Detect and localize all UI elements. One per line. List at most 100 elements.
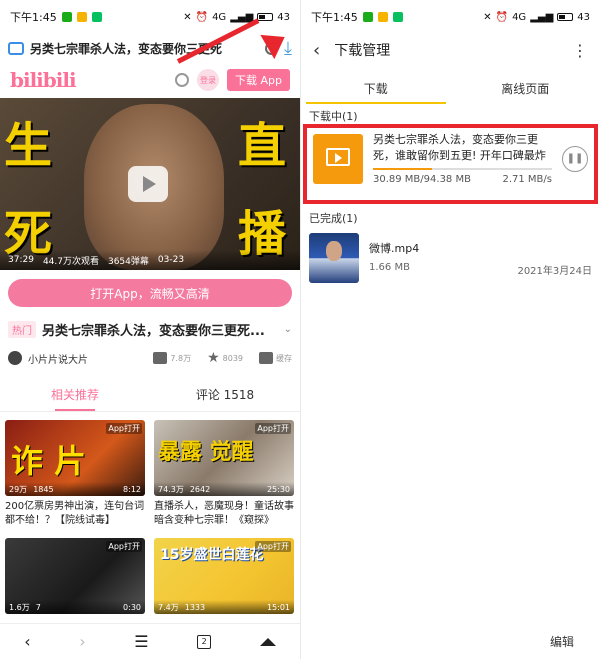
hot-badge: 热门 [8, 320, 36, 338]
page-title: 另类七宗罪杀人法，变态要你三更死 [30, 41, 223, 56]
video-card[interactable]: 15岁盛世白莲花 App打开 7.4万 1333 15:01 [154, 538, 294, 614]
wechat-icon [61, 12, 72, 22]
thumb-text: 暴露 觉醒 [158, 440, 254, 465]
back-icon[interactable]: ‹ [313, 40, 320, 61]
app-open-tag[interactable]: App打开 [255, 541, 291, 552]
browser-panel: 下午1:45 ✕ ⏰ 4G ▂▄▆ 43 另类七宗罪杀人法，变态要你三更死 ⤓ … [0, 0, 300, 659]
battery-icon [257, 13, 274, 21]
thumb-text: 诈 片 [11, 442, 87, 480]
related-grid: 诈 片 App打开 29万 1845 8:12 200亿票房男神出演，连句台词都不给… [0, 412, 300, 614]
coin-button[interactable]: ★ 8039 [207, 350, 243, 366]
browser-url-bar[interactable]: 另类七宗罪杀人法，变态要你三更死 ⤓ [0, 34, 300, 62]
completed-item[interactable]: 微博.mp4 1.66 MB 2021年3月24日 [301, 226, 600, 290]
card-danmaku: 1333 [184, 602, 206, 612]
app-open-tag[interactable]: App打开 [255, 423, 291, 434]
app-icon [76, 12, 87, 22]
chevron-down-icon[interactable]: ⌄ [284, 324, 292, 335]
pause-button[interactable]: ❚❚ [562, 145, 588, 172]
video-danmaku: 3654弹幕 [107, 256, 149, 267]
author-name[interactable]: 小片片说大片 [28, 351, 137, 366]
login-button[interactable]: 登录 [197, 69, 219, 91]
card-duration: 0:30 [123, 602, 141, 612]
video-duration: 37:29 [8, 255, 34, 265]
overlay-char: 生 [4, 118, 53, 174]
video-file-icon [313, 133, 363, 184]
like-button[interactable]: 7.8万 [153, 352, 191, 364]
page-title: 下载管理 [334, 43, 391, 59]
edit-button[interactable]: 编辑 [550, 633, 574, 650]
card-danmaku: 7 [35, 602, 41, 612]
download-speed: 2.71 MB/s [502, 174, 552, 185]
status-bar: 下午1:45 ✕ ⏰ 4G ▂▄▆ 43 [301, 0, 600, 34]
video-player[interactable]: 生 死 直 播 37:29 44.7万次观看 3654弹幕 03-23 [0, 98, 300, 270]
menu-icon[interactable]: ☰ [134, 632, 148, 651]
status-time: 下午1:45 [311, 11, 358, 24]
cache-button[interactable]: 缓存 [259, 352, 292, 364]
content-tabs: 相关推荐 评论 1518 [0, 378, 300, 412]
card-duration: 8:12 [123, 484, 141, 494]
like-count: 7.8万 [170, 353, 192, 363]
bilibili-logo[interactable]: bilibili [10, 68, 167, 92]
completed-section-label: 已完成(1) [309, 212, 358, 225]
tab-comments[interactable]: 评论 1518 [150, 378, 300, 411]
card-duration: 25:30 [266, 484, 290, 494]
download-tabs: 下载 离线页面 [301, 70, 600, 106]
signal-icon: ▂▄▆ [530, 11, 554, 23]
battery-icon [557, 13, 574, 21]
card-views: 29万 [9, 484, 28, 494]
play-icon[interactable] [128, 166, 168, 202]
card-views: 7.4万 [158, 602, 179, 612]
mute-icon: ✕ [183, 11, 192, 23]
tab-related[interactable]: 相关推荐 [0, 378, 150, 411]
app-open-tag[interactable]: App打开 [106, 541, 142, 552]
browser-nav-bar: ‹ › ☰ 2 [0, 623, 300, 659]
card-duration: 15:01 [266, 602, 290, 612]
downloading-section-label: 下载中(1) [309, 110, 358, 123]
tab-downloads[interactable]: 下载 [301, 70, 451, 106]
bottom-bar: 编辑 [301, 623, 600, 659]
download-item[interactable]: 另类七宗罪杀人法，变态要你三更死，谁敢留你到五更! 开年口碑最炸《窥探 30.8… [307, 128, 594, 189]
cache-label: 缓存 [276, 353, 292, 363]
open-app-button[interactable]: 打开App，流畅又高清 [8, 279, 292, 307]
download-manager-panel: 下午1:45 ✕ ⏰ 4G ▂▄▆ 43 ‹ 下载管理 ⋮ 下载 离线页面 下载… [300, 0, 600, 659]
bilibili-tv-icon [8, 41, 24, 55]
card-views: 74.3万 [158, 484, 184, 494]
card-title: 200亿票房男神出演，连句台词都不给！？【院线试毒】 [5, 501, 145, 526]
video-thumbnail [309, 233, 359, 283]
completed-date: 2021年3月24日 [517, 265, 592, 277]
video-thumbnail: 暴露 觉醒 App打开 74.3万 2642 25:30 [154, 420, 294, 496]
tab-offline-pages[interactable]: 离线页面 [451, 70, 600, 106]
download-name: 另类七宗罪杀人法，变态要你三更死，谁敢留你到五更! 开年口碑最炸《窥探 [373, 133, 546, 162]
mute-icon: ✕ [483, 11, 492, 23]
signal-label: 4G [512, 11, 527, 23]
star-icon: ★ [207, 350, 220, 366]
download-app-button[interactable]: 下载 App [227, 69, 290, 91]
card-danmaku: 1845 [33, 484, 54, 494]
cache-icon [259, 352, 273, 364]
status-bar: 下午1:45 ✕ ⏰ 4G ▂▄▆ 43 [0, 0, 300, 34]
back-icon[interactable]: ‹ [24, 632, 30, 651]
thumb-text: 15岁盛世白莲花 [160, 547, 264, 563]
video-views: 44.7万次观看 [42, 256, 99, 267]
more-options-icon[interactable]: ⋮ [572, 41, 588, 60]
card-title: 直播杀人，恶魔现身！童话故事暗含变种七宗罪！《窥探》5.6... [154, 501, 294, 530]
app-open-tag[interactable]: App打开 [106, 423, 142, 434]
video-thumbnail: 15岁盛世白莲花 App打开 7.4万 1333 15:01 [154, 538, 294, 614]
downloading-highlight: 另类七宗罪杀人法，变态要你三更死，谁敢留你到五更! 开年口碑最炸《窥探 30.8… [303, 124, 598, 204]
video-card[interactable]: 诈 片 App打开 29万 1845 8:12 200亿票房男神出演，连句台词都不给… [5, 420, 145, 530]
search-icon[interactable] [175, 73, 189, 87]
download-size: 30.89 MB/94.38 MB [373, 174, 471, 185]
app-icon [91, 12, 102, 22]
thumbs-up-icon [153, 352, 168, 364]
completed-size: 1.66 MB [369, 261, 410, 273]
home-icon[interactable] [259, 637, 276, 646]
video-title-row[interactable]: 热门 另类七宗罪杀人法，变态要你三更死... ⌄ [0, 316, 300, 342]
forward-icon[interactable]: › [79, 632, 85, 651]
alarm-icon: ⏰ [495, 11, 509, 23]
video-card[interactable]: 暴露 觉醒 App打开 74.3万 2642 25:30 直播杀人，恶魔现身！童话故… [154, 420, 294, 530]
video-title: 另类七宗罪杀人法，变态要你三更死... [42, 323, 265, 339]
avatar[interactable] [8, 351, 22, 365]
download-progress-fill [373, 168, 432, 170]
video-card[interactable]: App打开 1.6万 7 0:30 [5, 538, 145, 614]
tabs-count[interactable]: 2 [197, 634, 212, 649]
